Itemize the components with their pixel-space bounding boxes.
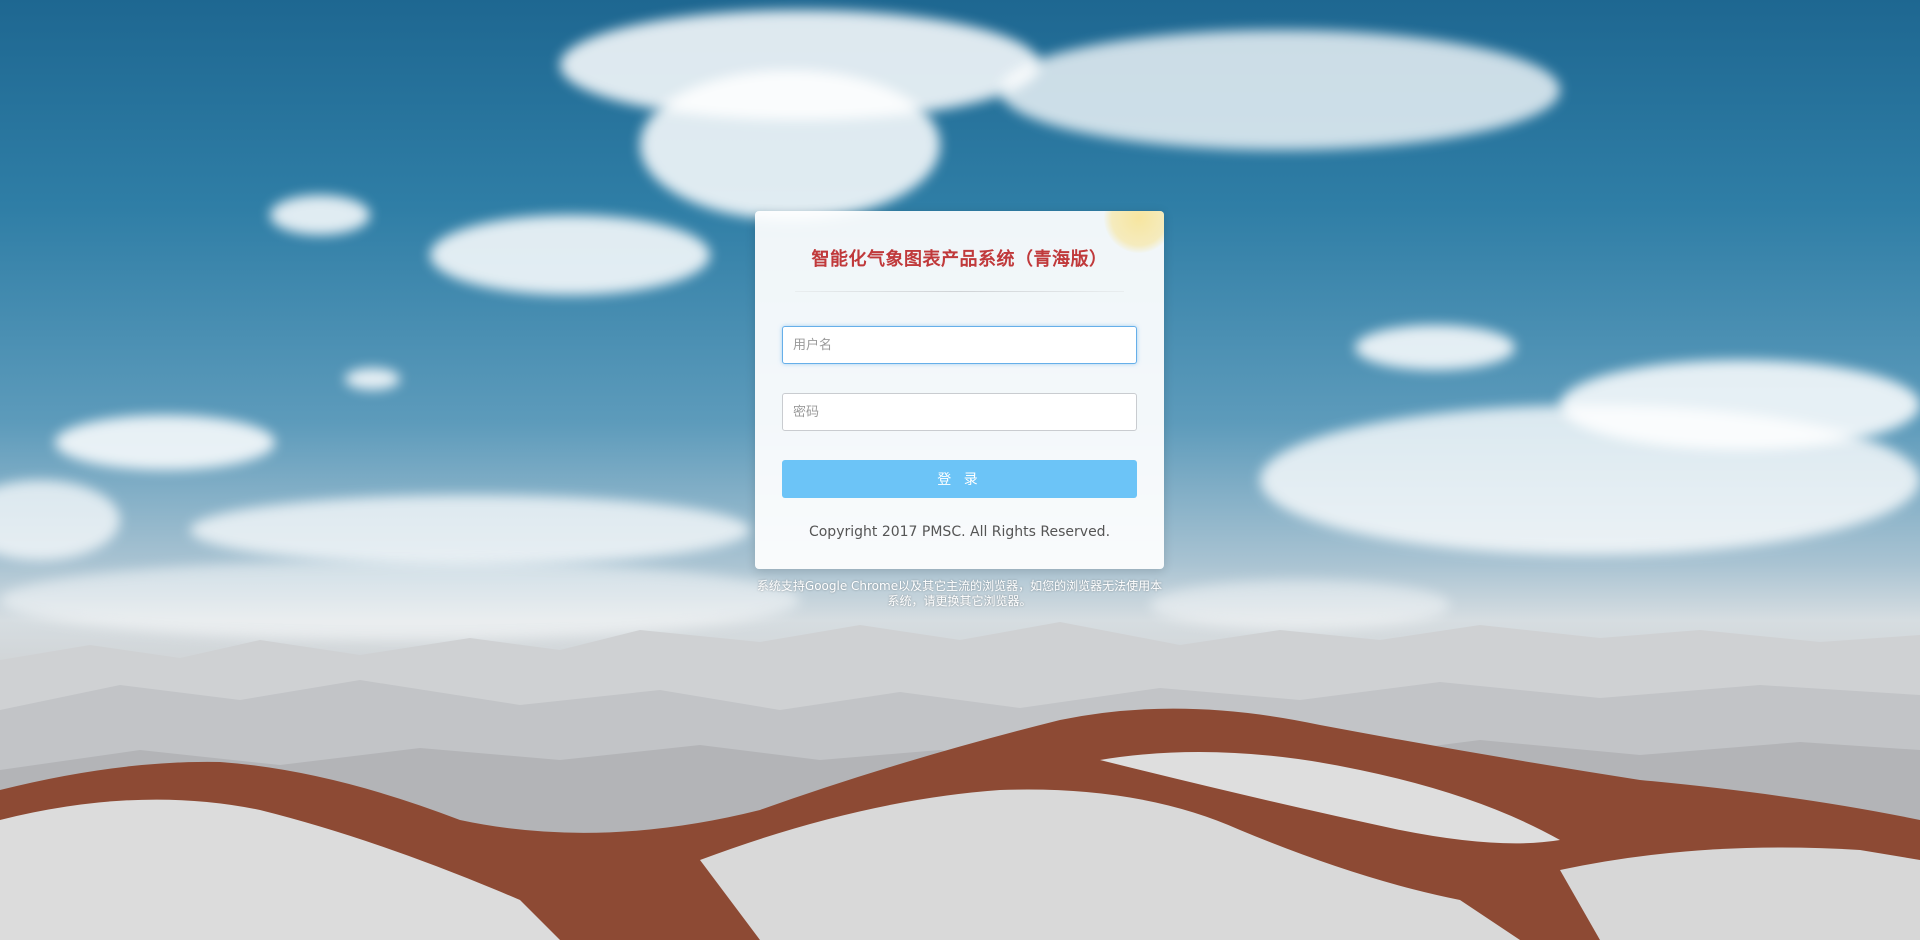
login-button[interactable]: 登 录 xyxy=(782,460,1137,498)
cloud xyxy=(430,215,710,295)
cloud xyxy=(640,70,940,220)
cloud xyxy=(1355,325,1515,370)
username-input[interactable] xyxy=(782,326,1137,364)
login-panel: 智能化气象图表产品系统（青海版） 登 录 Copyright 2017 PMSC… xyxy=(755,211,1164,569)
cloud xyxy=(0,480,120,560)
browser-support-notice: 系统支持Google Chrome以及其它主流的浏览器，如您的浏览器无法使用本系… xyxy=(756,579,1163,608)
cloud xyxy=(1560,360,1920,450)
password-input[interactable] xyxy=(782,393,1137,431)
cloud xyxy=(190,495,750,565)
title-divider xyxy=(795,291,1124,292)
copyright-text: Copyright 2017 PMSC. All Rights Reserved… xyxy=(808,524,1111,540)
cloud xyxy=(1000,30,1560,150)
system-title: 智能化气象图表产品系统（青海版） xyxy=(811,249,1108,270)
cloud xyxy=(55,415,275,470)
cloud xyxy=(345,368,400,390)
cloud xyxy=(270,195,370,235)
red-hills xyxy=(0,708,1920,940)
